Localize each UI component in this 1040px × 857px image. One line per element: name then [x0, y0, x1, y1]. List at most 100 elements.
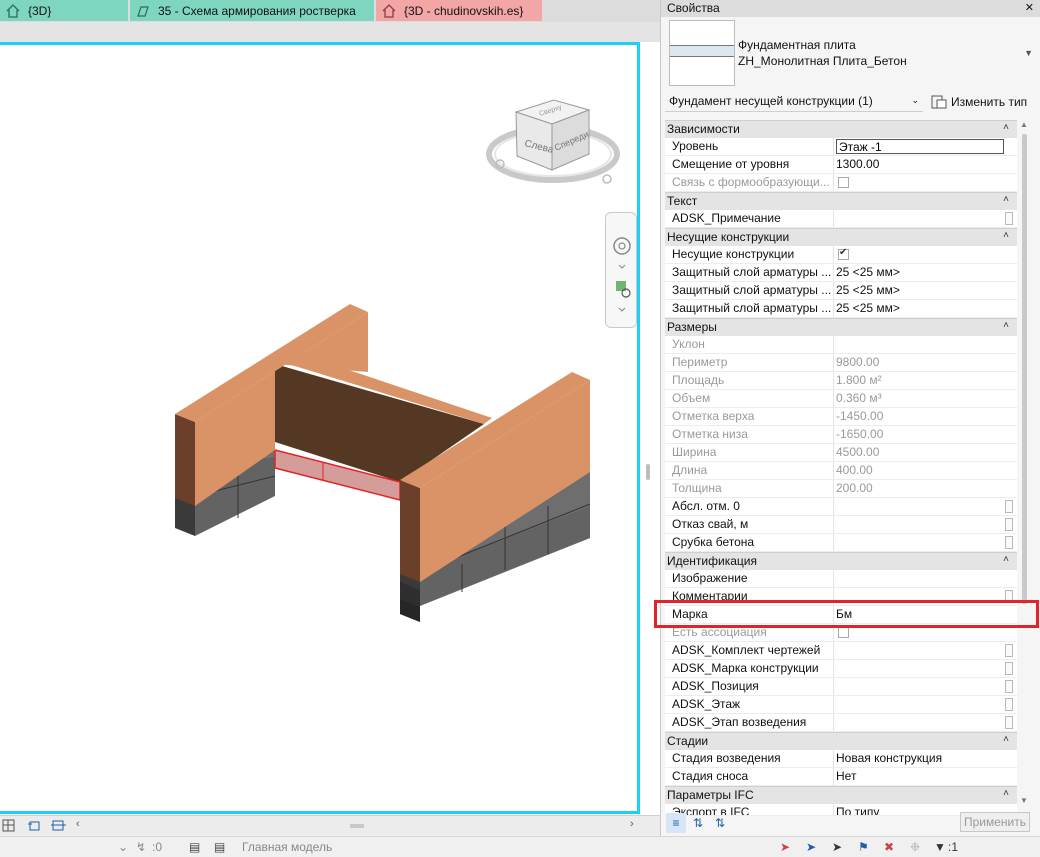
property-row[interactable]: Защитный слой арматуры ... 25 <25 мм>	[665, 264, 1017, 282]
property-value[interactable]	[834, 210, 1017, 227]
tab-3d-user[interactable]: {3D - chudinovskih.es}	[376, 0, 542, 21]
chevron-down-icon[interactable]: ▼	[1024, 48, 1033, 58]
property-row[interactable]: Стадия возведения Новая конструкция	[665, 750, 1017, 768]
design-options-icon[interactable]: ▤	[214, 840, 225, 854]
type-selector[interactable]: Фундаментная плита ZH_Монолитная Плита_Б…	[665, 20, 1035, 88]
property-value[interactable]: Бм	[834, 606, 1017, 623]
close-icon[interactable]: ✕	[1025, 1, 1034, 16]
property-row[interactable]: Абсл. отм. 0	[665, 498, 1017, 516]
scroll-left-arrow[interactable]: ‹	[76, 818, 80, 830]
property-value[interactable]: Нет	[834, 768, 1017, 785]
section-header[interactable]: Параметры IFC ˄	[665, 786, 1017, 804]
property-value[interactable]	[834, 138, 1017, 155]
property-row[interactable]: Марка Бм	[665, 606, 1017, 624]
property-row[interactable]: ADSK_Этаж	[665, 696, 1017, 714]
collapse-icon[interactable]: ˄	[1003, 230, 1009, 241]
property-value[interactable]: 25 <25 мм>	[834, 264, 1017, 281]
property-value-input[interactable]	[836, 139, 1004, 154]
browse-button[interactable]	[1005, 644, 1013, 657]
property-value[interactable]: 1300.00	[834, 156, 1017, 173]
property-row[interactable]: Защитный слой арматуры ... 25 <25 мм>	[665, 282, 1017, 300]
property-row[interactable]: Изображение	[665, 570, 1017, 588]
collapse-icon[interactable]: ˄	[1003, 734, 1009, 745]
browse-button[interactable]	[1005, 662, 1013, 675]
property-row[interactable]: ADSK_Этап возведения	[665, 714, 1017, 732]
reveal-icon[interactable]	[51, 820, 66, 831]
collapse-icon[interactable]: ˄	[1003, 122, 1009, 133]
sort-descending-icon[interactable]: ⇅	[710, 813, 730, 833]
property-row[interactable]: ADSK_Позиция	[665, 678, 1017, 696]
browse-button[interactable]	[1005, 536, 1013, 549]
browse-button[interactable]	[1005, 500, 1013, 513]
horizontal-scrollbar[interactable]	[88, 819, 628, 832]
edit-type-button[interactable]: Изменить тип	[931, 92, 1035, 112]
collapse-icon[interactable]: ˄	[1003, 194, 1009, 205]
property-value[interactable]: Новая конструкция	[834, 750, 1017, 767]
sort-ascending-icon[interactable]: ⇅	[688, 813, 708, 833]
property-row[interactable]: Срубка бетона	[665, 534, 1017, 552]
property-value[interactable]	[834, 570, 1017, 587]
section-header[interactable]: Идентификация ˄	[665, 552, 1017, 570]
section-header[interactable]: Зависимости ˄	[665, 120, 1017, 138]
splitter-handle[interactable]	[646, 464, 650, 480]
filter-icon[interactable]: ▼	[934, 840, 946, 854]
apply-button[interactable]: Применить	[960, 812, 1030, 832]
scroll-right-arrow[interactable]: ›	[630, 818, 634, 830]
property-row[interactable]: Смещение от уровня 1300.00	[665, 156, 1017, 174]
scroll-up-arrow[interactable]: ▲	[1020, 120, 1028, 129]
browse-button[interactable]	[1005, 698, 1013, 711]
property-row[interactable]: ADSK_Марка конструкции	[665, 660, 1017, 678]
chevron-down-icon[interactable]: ⌄	[118, 840, 128, 854]
worksets-icon[interactable]: ▤	[189, 840, 200, 854]
property-row[interactable]: Защитный слой арматуры ... 25 <25 мм>	[665, 300, 1017, 318]
property-value[interactable]	[834, 642, 1017, 659]
property-value[interactable]	[834, 678, 1017, 695]
collapse-icon[interactable]: ˄	[1003, 554, 1009, 565]
property-value[interactable]	[834, 696, 1017, 713]
tab-3d[interactable]: {3D}	[0, 0, 128, 21]
instance-filter-dropdown[interactable]: Фундамент несущей конструкции (1) ⌄	[665, 92, 923, 112]
property-row[interactable]: Уровень	[665, 138, 1017, 156]
checkbox[interactable]	[838, 247, 849, 260]
browse-button[interactable]	[1005, 716, 1013, 729]
property-value[interactable]: 25 <25 мм>	[834, 300, 1017, 317]
crop-icon[interactable]	[28, 821, 40, 831]
3d-viewport[interactable]: Слева Спереди Сверху	[0, 42, 660, 815]
browse-button[interactable]	[1005, 680, 1013, 693]
collapse-icon[interactable]: ˄	[1003, 788, 1009, 799]
property-row[interactable]: Комментарии	[665, 588, 1017, 606]
property-row[interactable]: ADSK_Примечание	[665, 210, 1017, 228]
section-header[interactable]: Несущие конструкции ˄	[665, 228, 1017, 246]
property-row[interactable]: ADSK_Комплект чертежей	[665, 642, 1017, 660]
tab-reinforcement-scheme[interactable]: 35 - Схема армирования ростверка	[130, 0, 374, 21]
browse-button[interactable]	[1005, 590, 1013, 603]
property-row[interactable]: Стадия сноса Нет	[665, 768, 1017, 786]
property-value[interactable]	[834, 534, 1017, 551]
drag-select-icon[interactable]: ✖	[884, 840, 894, 854]
property-value[interactable]	[834, 246, 1017, 263]
property-value[interactable]	[834, 588, 1017, 605]
pinned-select-icon[interactable]: ➤	[832, 840, 842, 854]
browse-button[interactable]	[1005, 518, 1013, 531]
section-header[interactable]: Текст ˄	[665, 192, 1017, 210]
property-value[interactable]	[834, 516, 1017, 533]
underlay-select-icon[interactable]: ➤	[806, 840, 816, 854]
collapse-icon[interactable]: ˄	[1003, 320, 1009, 331]
scroll-thumb[interactable]	[1022, 134, 1027, 604]
property-row[interactable]: Отказ свай, м	[665, 516, 1017, 534]
section-header[interactable]: Стадии ˄	[665, 732, 1017, 750]
property-value[interactable]	[834, 660, 1017, 677]
section-title: Текст	[667, 194, 698, 208]
properties-scrollbar[interactable]: ▲ ▼	[1019, 120, 1031, 810]
property-value[interactable]	[834, 714, 1017, 731]
scroll-down-arrow[interactable]: ▼	[1020, 796, 1028, 805]
browse-button[interactable]	[1005, 212, 1013, 225]
property-row[interactable]: Несущие конструкции	[665, 246, 1017, 264]
link-select-icon[interactable]: ➤	[780, 840, 790, 854]
property-value[interactable]: 25 <25 мм>	[834, 282, 1017, 299]
face-select-icon[interactable]: ⚑	[858, 840, 869, 854]
grid-icon[interactable]	[2, 819, 15, 832]
property-value[interactable]	[834, 498, 1017, 515]
section-header[interactable]: Размеры ˄	[665, 318, 1017, 336]
categorized-icon[interactable]: ≡	[666, 813, 686, 833]
